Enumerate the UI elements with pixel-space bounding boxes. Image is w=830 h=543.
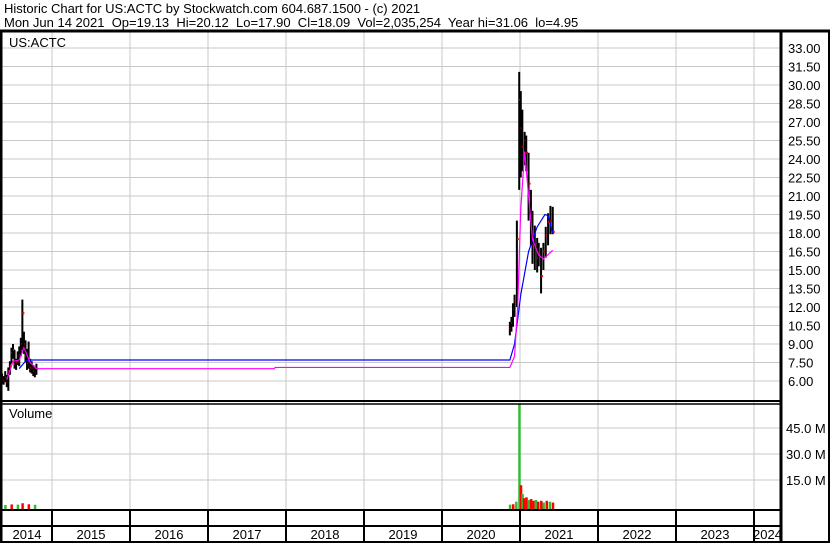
price-tick-label: 27.00: [788, 115, 821, 130]
year-label: 2024: [753, 527, 782, 542]
price-tick-label: 12.00: [788, 300, 821, 315]
year-label: 2018: [311, 527, 340, 542]
volume-bar: [4, 504, 7, 509]
price-tick-label: 24.00: [788, 152, 821, 167]
close-tick: [22, 312, 25, 315]
volume-bar: [33, 504, 37, 509]
chart-frame: [0, 29, 830, 543]
chart-marks: [1, 71, 555, 509]
price-tick-label: 30.00: [788, 78, 821, 93]
price-tick-label: 15.00: [788, 263, 821, 278]
volume-bar: [16, 504, 20, 509]
price-tick-label: 6.00: [788, 374, 813, 389]
price-tick-label: 9.00: [788, 337, 813, 352]
price-tick-label: 33.00: [788, 41, 821, 56]
year-label: 2017: [233, 527, 262, 542]
volume-bar: [508, 504, 512, 509]
year-label: 2021: [545, 527, 574, 542]
volume-bar: [540, 500, 543, 509]
short-moving-average-line: [6, 151, 554, 380]
volume-bar: [536, 501, 540, 509]
volume-tick-label: 45.0 M: [786, 421, 826, 436]
volume-bar: [548, 501, 552, 509]
close-tick: [528, 182, 531, 185]
volume-bar: [10, 504, 13, 509]
stock-chart: US:ACTC Volume 33.00 31.50 30.00 28.50 27.00…: [0, 29, 830, 543]
year-label: 2015: [77, 527, 106, 542]
volume-bar: [27, 504, 31, 509]
close-tick: [541, 275, 544, 278]
price-tick-label: 19.50: [788, 208, 821, 223]
volume-bar: [21, 503, 24, 509]
chart-window: Historic Chart for US:ACTC by Stockwatch…: [0, 0, 830, 543]
axes: 33.00 31.50 30.00 28.50 27.00 25.50 24.00 22.50…: [13, 41, 826, 542]
year-label: 2016: [155, 527, 184, 542]
volume-bar: [525, 497, 528, 509]
volume-bar: [511, 504, 515, 509]
price-tick-label: 31.50: [788, 60, 821, 75]
volume-bar: [515, 501, 518, 509]
volume-label: Volume: [9, 406, 52, 421]
volume-bar: [527, 499, 531, 509]
volume-tick-label: 15.0 M: [786, 473, 826, 488]
price-tick-label: 21.00: [788, 189, 821, 204]
price-tick-label: 22.50: [788, 171, 821, 186]
price-tick-label: 13.50: [788, 282, 821, 297]
volume-bar: [551, 502, 555, 509]
volume-bar: [542, 502, 545, 509]
year-label: 2022: [623, 527, 652, 542]
close-tick: [516, 238, 519, 241]
year-label: 2014: [13, 527, 42, 542]
price-tick-label: 7.50: [788, 356, 813, 371]
year-label: 2020: [467, 527, 496, 542]
volume-bar: [522, 498, 526, 509]
volume-bar: [545, 500, 549, 509]
price-tick-label: 25.50: [788, 134, 821, 149]
year-label: 2019: [389, 527, 418, 542]
price-tick-label: 28.50: [788, 97, 821, 112]
volume-bar: [534, 499, 538, 509]
symbol-label: US:ACTC: [9, 35, 66, 50]
grid: [2, 32, 781, 510]
volume-bar: [532, 500, 535, 509]
volume-tick-label: 30.0 M: [786, 447, 826, 462]
price-tick-label: 16.50: [788, 245, 821, 260]
volume-bar: [529, 499, 533, 509]
year-label: 2023: [701, 527, 730, 542]
price-tick-label: 10.50: [788, 319, 821, 334]
price-tick-label: 18.00: [788, 226, 821, 241]
